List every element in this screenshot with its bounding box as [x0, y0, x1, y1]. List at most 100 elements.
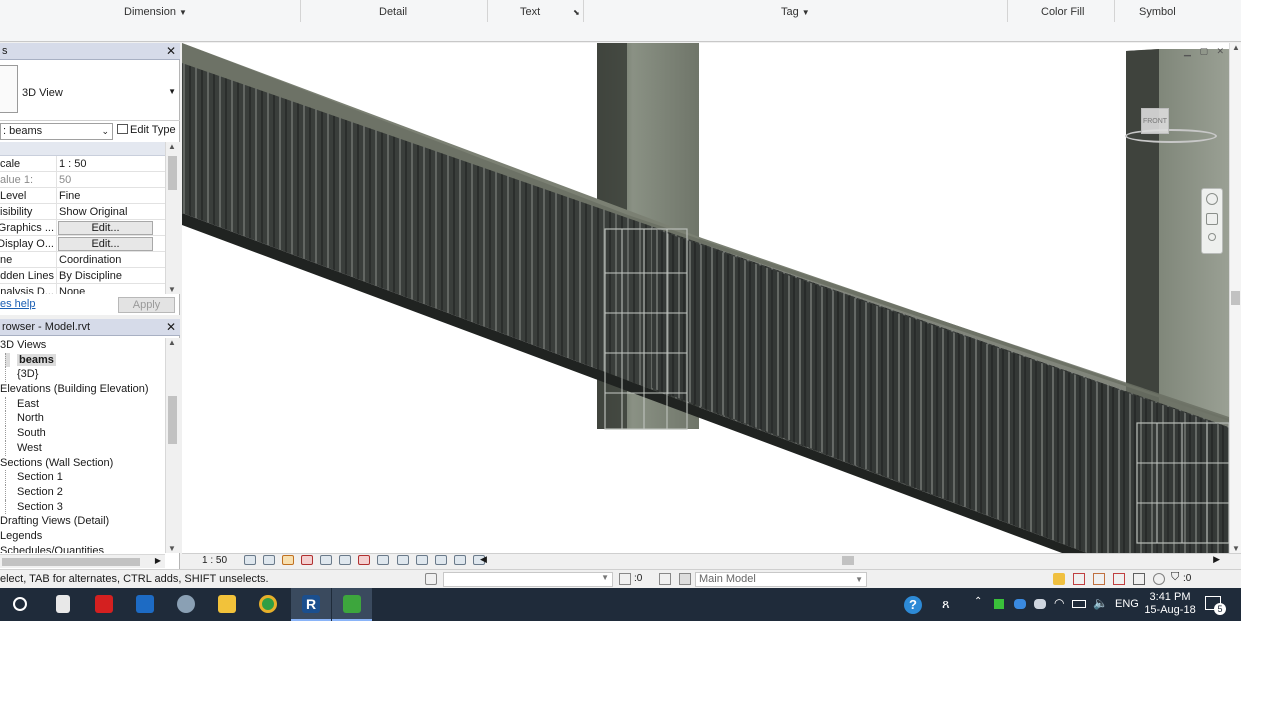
ribbon-panel-detail[interactable]: Detail [379, 6, 407, 18]
property-value[interactable]: 1 : 50 [59, 156, 153, 172]
language-indicator[interactable]: ENG [1115, 598, 1139, 610]
taskbar-app-camtasia[interactable] [332, 588, 372, 621]
scrollbar-thumb[interactable] [168, 396, 177, 444]
exclude-options-icon[interactable] [679, 573, 691, 585]
browser-view-item[interactable]: North [0, 411, 165, 427]
scroll-up-icon[interactable]: ▲ [1232, 43, 1240, 52]
property-row[interactable]: ne Coordination [0, 252, 165, 268]
property-value[interactable]: None [59, 284, 153, 294]
browser-group[interactable]: Drafting Views (Detail) [0, 514, 165, 529]
taskbar-app-tool[interactable] [166, 588, 206, 621]
scroll-down-icon[interactable]: ▼ [1232, 544, 1240, 553]
browser-group[interactable]: Legends [0, 529, 165, 544]
browser-view-item[interactable]: beams [0, 352, 165, 368]
browser-hscrollbar[interactable]: ▶ [0, 554, 165, 568]
crop-region-icon[interactable] [358, 555, 371, 565]
property-row[interactable]: cale 1 : 50 [0, 156, 165, 172]
scroll-right-icon[interactable]: ▶ [1213, 554, 1220, 565]
taskbar-app-calculator[interactable] [43, 588, 83, 621]
browser-view-item[interactable]: Section 3 [0, 499, 165, 515]
close-icon[interactable]: ✕ [166, 43, 176, 60]
taskbar-app-outlook[interactable] [125, 588, 165, 621]
chevron-down-icon[interactable]: ▼ [168, 87, 176, 96]
steering-wheel-icon[interactable] [1206, 193, 1218, 205]
property-value[interactable]: 50 [59, 172, 153, 188]
ribbon-panel-symbol[interactable]: Symbol [1139, 6, 1176, 18]
editable-only-icon[interactable] [619, 573, 631, 585]
help-icon[interactable]: ? [904, 596, 922, 614]
scrollbar-thumb[interactable] [168, 156, 177, 190]
close-icon[interactable]: ✕ [166, 319, 176, 336]
onedrive-icon[interactable] [1014, 599, 1026, 609]
browser-view-item[interactable]: {3D} [0, 367, 165, 383]
hide-isolate-icon[interactable] [396, 555, 409, 565]
viewport-vscrollbar[interactable]: ▲ ▼ [1229, 43, 1241, 553]
shadows-icon[interactable] [301, 555, 314, 565]
browser-group[interactable]: Sections (Wall Section) [0, 456, 165, 471]
chevron-down-icon[interactable]: ▼ [601, 573, 609, 582]
background-processes-icon[interactable] [1153, 573, 1165, 585]
viewcube[interactable]: FRONT [1125, 103, 1217, 151]
scroll-up-icon[interactable]: ▲ [168, 142, 176, 151]
property-value[interactable]: Coordination [59, 252, 153, 268]
property-value[interactable]: Show Original [59, 204, 153, 220]
grid-group-header[interactable] [0, 142, 165, 156]
scroll-down-icon[interactable]: ▼ [168, 285, 176, 294]
render-icon[interactable] [320, 555, 333, 565]
zoom-icon[interactable] [1206, 213, 1218, 225]
drag-elements-icon[interactable] [1133, 573, 1145, 585]
temp-view-properties-icon[interactable] [434, 555, 447, 565]
show-hidden-icons-chevron[interactable]: ⌃ [974, 596, 982, 607]
property-row[interactable]: Hidden Lines By Discipline [0, 268, 165, 284]
browser-view-item[interactable]: East [0, 396, 165, 412]
analytical-model-icon[interactable] [453, 555, 466, 565]
worksets-icon[interactable] [425, 573, 437, 585]
apply-button[interactable]: Apply [118, 297, 175, 313]
property-value[interactable]: By Discipline [59, 268, 153, 284]
property-value[interactable]: Fine [59, 188, 153, 204]
active-workset-dropdown[interactable]: ▼ [443, 572, 613, 587]
ribbon-panel-color-fill[interactable]: Color Fill [1041, 6, 1084, 18]
tray-app-icon[interactable] [994, 599, 1004, 609]
scrollbar-thumb[interactable] [2, 558, 140, 566]
scrollbar-thumb[interactable] [842, 556, 854, 565]
battery-icon[interactable] [1072, 600, 1086, 608]
3d-model-render[interactable] [182, 43, 1241, 553]
cloud-icon[interactable] [1034, 599, 1046, 609]
taskbar-app-file-explorer[interactable] [207, 588, 247, 621]
viewcube-face[interactable]: FRONT [1141, 108, 1169, 134]
scroll-left-icon[interactable]: ◀ [480, 554, 487, 565]
browser-view-item[interactable]: South [0, 426, 165, 441]
3d-viewport[interactable]: ▁ ▢ ✕ FRONT [182, 43, 1241, 553]
people-icon[interactable]: ጸ [942, 596, 950, 612]
lock-view-icon[interactable] [377, 555, 390, 565]
chevron-down-icon[interactable]: ⌄ [101, 124, 109, 139]
scroll-down-icon[interactable]: ▼ [168, 544, 176, 553]
browser-view-item[interactable]: West [0, 440, 165, 456]
property-edit-button[interactable]: Edit... [58, 221, 153, 235]
design-options-icon[interactable] [659, 573, 671, 585]
visual-style-icon[interactable] [263, 555, 276, 565]
sun-path-icon[interactable] [282, 555, 295, 565]
select-pinned-icon[interactable] [1093, 573, 1105, 585]
view-window-controls[interactable]: ▁ ▢ ✕ [1184, 46, 1227, 57]
properties-help-link[interactable]: es help [0, 298, 35, 310]
crop-view-icon[interactable] [339, 555, 352, 565]
nav-menu-icon[interactable] [1208, 233, 1216, 241]
volume-icon[interactable]: 🔈 [1093, 596, 1108, 610]
design-option-dropdown[interactable]: Main Model ▼ [695, 572, 867, 587]
property-row[interactable]: : Display O... Edit... [0, 236, 165, 252]
reveal-hidden-icon[interactable] [415, 555, 428, 565]
ribbon-panel-text[interactable]: Text [520, 6, 540, 18]
chevron-down-icon[interactable]: ▼ [855, 573, 863, 586]
select-underlay-icon[interactable] [1073, 573, 1085, 585]
dropdown-arrow-icon[interactable]: ▼ [179, 8, 187, 17]
viewcube-compass-ring[interactable] [1125, 129, 1217, 143]
scroll-right-icon[interactable]: ▶ [155, 556, 161, 565]
property-row[interactable]: alue 1: 50 [0, 172, 165, 188]
ribbon-panel-tag[interactable]: Tag ▼ [781, 6, 810, 18]
notifications-icon[interactable]: 5 [1205, 596, 1226, 615]
select-by-face-icon[interactable] [1113, 573, 1125, 585]
edit-type-button[interactable]: Edit Type [117, 124, 176, 136]
search-button[interactable] [0, 588, 40, 621]
